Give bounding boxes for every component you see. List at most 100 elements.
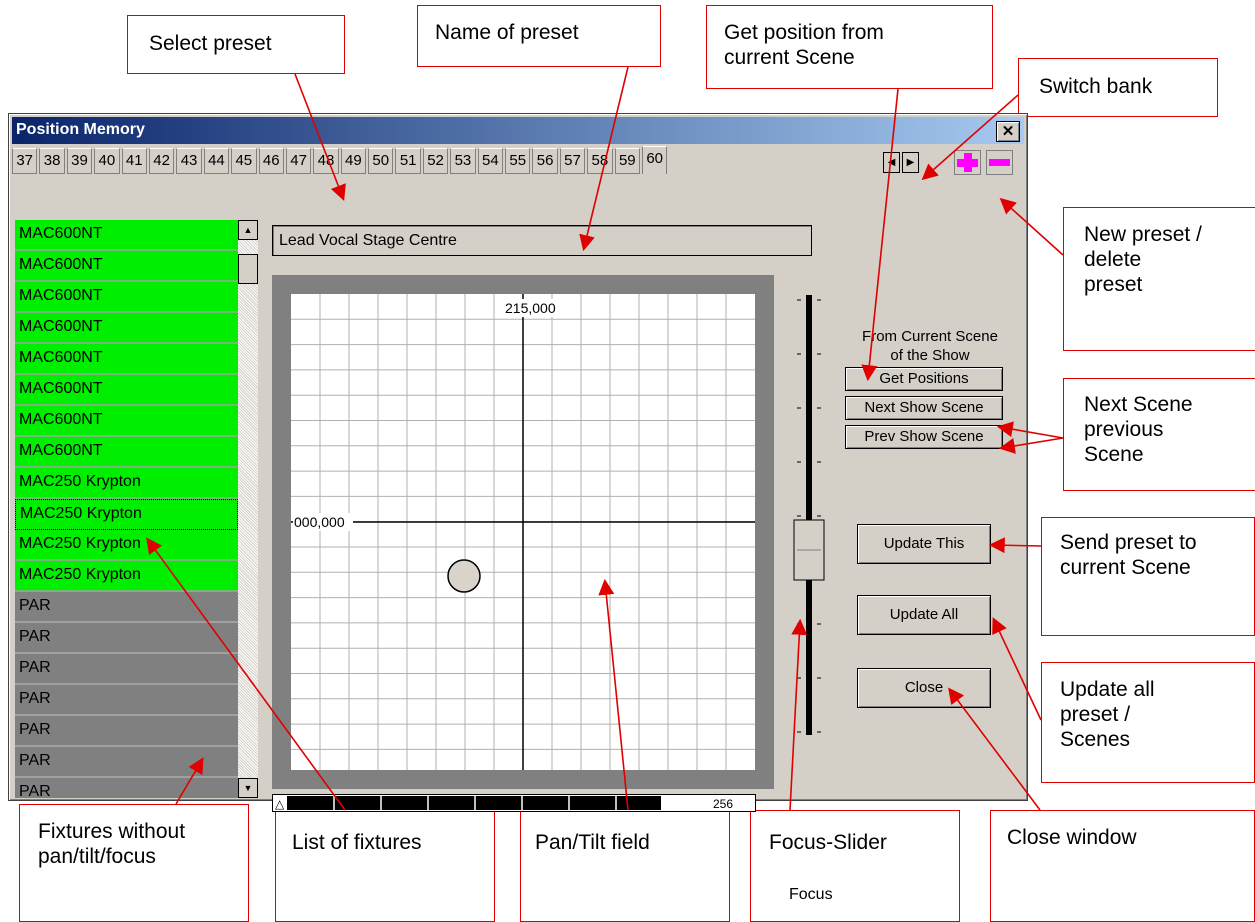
bank-next-button[interactable]: ▶ xyxy=(902,152,919,173)
callout-text: Fixtures without xyxy=(38,820,186,843)
callout-send-preset: Send preset to current Scene xyxy=(1041,517,1255,636)
fixture-item[interactable]: MAC250 Krypton xyxy=(15,499,238,530)
bank-prev-button[interactable]: ◀ xyxy=(883,152,900,173)
callout-text: previous xyxy=(1084,418,1164,441)
update-this-button[interactable]: Update This xyxy=(857,524,991,564)
fixture-item[interactable]: MAC250 Krypton xyxy=(15,530,238,561)
callout-text: Scene xyxy=(1084,443,1144,466)
callout-text: Close window xyxy=(1007,826,1137,849)
callout-text: Next Scene xyxy=(1084,393,1193,416)
fixture-list[interactable]: MAC600NT MAC600NT MAC600NT MAC600NT MAC600NT… xyxy=(15,220,238,798)
focus-slider[interactable] xyxy=(789,295,829,855)
preset-name-field[interactable]: Lead Vocal Stage Centre xyxy=(272,225,812,256)
callout-text: Send preset to xyxy=(1060,531,1197,554)
preset-tab-47[interactable]: 47 xyxy=(285,148,312,174)
fixture-item[interactable]: MAC600NT xyxy=(15,282,238,313)
preset-tab-38[interactable]: 38 xyxy=(39,148,65,174)
fixture-item[interactable]: PAR xyxy=(15,654,238,685)
callout-text: pan/tilt/focus xyxy=(38,845,156,868)
preset-tab-57[interactable]: 57 xyxy=(559,148,586,174)
fixture-item[interactable]: MAC600NT xyxy=(15,344,238,375)
close-button[interactable]: Close xyxy=(857,668,991,708)
callout-text: Select preset xyxy=(149,32,272,55)
preset-tab-40[interactable]: 40 xyxy=(94,148,120,174)
focus-fill xyxy=(287,796,661,810)
callout-pan-tilt-field: Pan/Tilt field xyxy=(520,810,730,922)
preset-tab-59[interactable]: 59 xyxy=(614,148,640,174)
update-all-button[interactable]: Update All xyxy=(857,595,991,635)
preset-tab-46[interactable]: 46 xyxy=(258,148,284,174)
callout-text: Switch bank xyxy=(1039,75,1153,98)
callout-text: Get position from xyxy=(724,21,884,44)
callout-text: List of fixtures xyxy=(292,831,422,854)
delete-preset-button[interactable] xyxy=(986,150,1013,175)
minus-icon xyxy=(989,159,1010,166)
fixture-item[interactable]: PAR xyxy=(15,716,238,747)
fixture-item[interactable]: PAR xyxy=(15,778,238,798)
fixture-item[interactable]: MAC600NT xyxy=(15,437,238,468)
title-bar[interactable]: Position Memory ✕ xyxy=(12,117,1024,144)
close-icon[interactable]: ✕ xyxy=(996,121,1020,142)
preset-tab-45[interactable]: 45 xyxy=(231,148,257,174)
scroll-up-button[interactable]: ▲ xyxy=(238,220,258,240)
preset-tab-39[interactable]: 39 xyxy=(66,148,93,174)
fixture-item[interactable]: MAC600NT xyxy=(15,375,238,406)
preset-tab-55[interactable]: 55 xyxy=(505,148,531,174)
preset-tab-53[interactable]: 53 xyxy=(450,148,476,174)
focus-bar[interactable]: △ 256 xyxy=(272,794,756,812)
callout-text: Pan/Tilt field xyxy=(535,831,650,854)
position-marker[interactable] xyxy=(447,559,481,593)
position-memory-window: Position Memory ✕ 37 38 39 40 41 42 43 44 45 46 47… xyxy=(8,113,1028,903)
preset-tab-49[interactable]: 49 xyxy=(340,148,367,174)
fixture-item[interactable]: PAR xyxy=(15,592,238,623)
preset-tab-58[interactable]: 58 xyxy=(587,148,613,174)
pan-tilt-field[interactable]: 215,000 000,000 xyxy=(291,294,755,770)
preset-tab-56[interactable]: 56 xyxy=(532,148,558,174)
from-current-scene-label: From Current Scene of the Show xyxy=(845,327,1015,365)
preset-tab-41[interactable]: 41 xyxy=(121,148,147,174)
scroll-thumb[interactable] xyxy=(238,254,258,284)
callout-focus-slider: Focus-Slider xyxy=(750,810,960,922)
callout-update-all: Update all preset / Scenes xyxy=(1041,662,1255,783)
preset-tab-48[interactable]: 48 xyxy=(313,148,339,174)
preset-tab-60[interactable]: 60 xyxy=(641,146,668,174)
plus-icon xyxy=(957,153,978,172)
fixture-item[interactable]: MAC250 Krypton xyxy=(15,561,238,592)
window-title: Position Memory xyxy=(16,121,145,138)
preset-tab-52[interactable]: 52 xyxy=(422,148,449,174)
callout-text: Update all xyxy=(1060,678,1155,701)
preset-tab-37[interactable]: 37 xyxy=(12,148,38,174)
scroll-down-button[interactable]: ▼ xyxy=(238,778,258,798)
preset-tab-42[interactable]: 42 xyxy=(148,148,175,174)
fixture-item[interactable]: MAC600NT xyxy=(15,406,238,437)
prev-show-scene-button[interactable]: Prev Show Scene xyxy=(845,425,1003,449)
callout-text: preset xyxy=(1084,273,1143,296)
label-line: From Current Scene xyxy=(862,328,998,345)
fixture-item[interactable]: MAC600NT xyxy=(15,313,238,344)
new-preset-button[interactable] xyxy=(954,150,981,175)
fixture-item[interactable]: MAC250 Krypton xyxy=(15,468,238,499)
get-positions-button[interactable]: Get Positions xyxy=(845,367,1003,391)
callout-fixtures-without: Fixtures without pan/tilt/focus xyxy=(19,804,249,922)
callout-text: Name of preset xyxy=(435,21,579,44)
tilt-max-label: 215,000 xyxy=(505,300,556,316)
preset-tab-50[interactable]: 50 xyxy=(368,148,394,174)
callout-text: delete xyxy=(1084,248,1142,271)
callout-list-of-fixtures: List of fixtures xyxy=(275,810,495,922)
fixture-item[interactable]: PAR xyxy=(15,623,238,654)
fixture-item[interactable]: MAC600NT xyxy=(15,251,238,282)
preset-tab-51[interactable]: 51 xyxy=(395,148,421,174)
preset-tab-43[interactable]: 43 xyxy=(176,148,202,174)
preset-tab-44[interactable]: 44 xyxy=(203,148,230,174)
fixture-item[interactable]: MAC600NT xyxy=(15,220,238,251)
pan-tilt-frame: 215,000 000,000 xyxy=(272,275,774,789)
next-show-scene-button[interactable]: Next Show Scene xyxy=(845,396,1003,420)
fixture-item[interactable]: PAR xyxy=(15,685,238,716)
focus-marker: △ xyxy=(275,797,285,811)
right-arrow-icon: ▶ xyxy=(906,157,915,168)
callout-switch-bank: Switch bank xyxy=(1018,58,1218,117)
fixture-item[interactable]: PAR xyxy=(15,747,238,778)
callout-new-preset: New preset / delete preset xyxy=(1063,207,1255,351)
fixture-list-scrollbar[interactable]: ▲ ▼ xyxy=(238,220,258,798)
preset-tab-54[interactable]: 54 xyxy=(477,148,504,174)
